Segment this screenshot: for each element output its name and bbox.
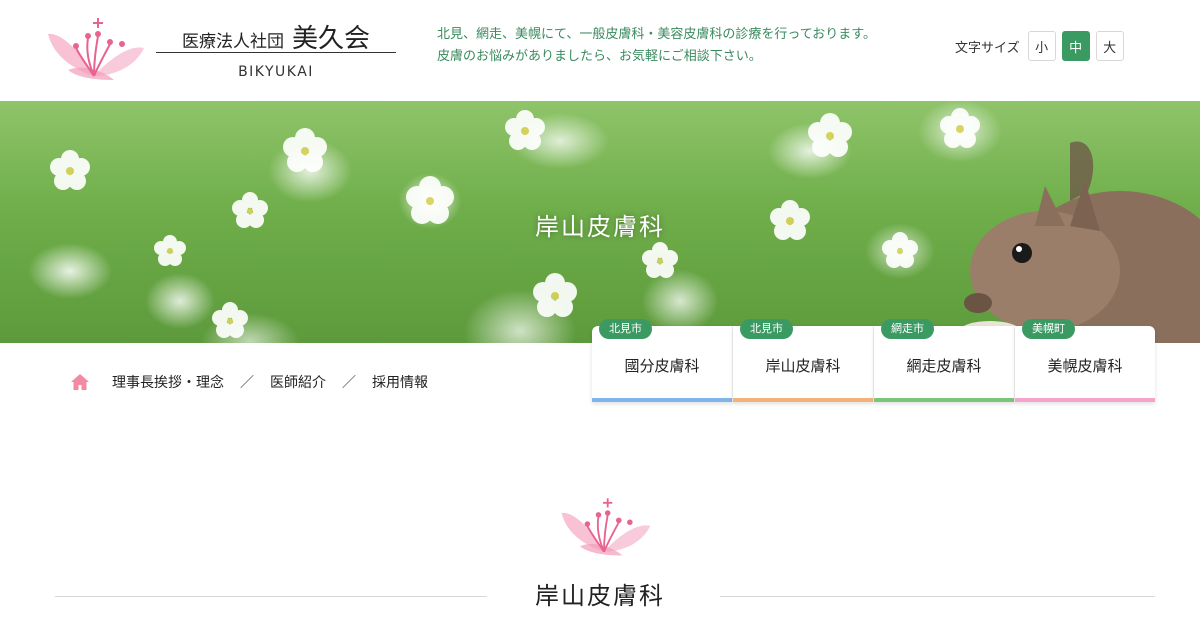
- clinic-city-badge: 北見市: [599, 319, 652, 339]
- hero-title: 岸山皮膚科: [535, 213, 665, 241]
- clinic-tab-kishiyama[interactable]: 北見市 岸山皮膚科: [733, 319, 874, 402]
- tagline-line2: 皮膚のお悩みがありましたら、お気軽にご相談下さい。: [437, 49, 762, 64]
- clinic-tab-kokubu[interactable]: 北見市 國分皮膚科: [592, 319, 733, 402]
- clinic-city-badge: 北見市: [740, 319, 793, 339]
- clinic-color-bar: [1015, 398, 1155, 402]
- nav-link-greeting[interactable]: 理事長挨拶・理念: [112, 372, 224, 392]
- logo-divider: [156, 52, 396, 53]
- nav-link-doctors[interactable]: 医師紹介: [270, 372, 326, 392]
- clinic-name: 美幌皮膚科: [1047, 357, 1123, 375]
- logo-jp: 医療法人社団 美久会: [156, 18, 396, 55]
- logo-name: 美久会: [291, 24, 370, 54]
- section-flower-icon: [561, 498, 651, 556]
- clinic-name: 國分皮膚科: [624, 357, 700, 375]
- font-size-large-button[interactable]: 大: [1095, 31, 1124, 61]
- logo-text[interactable]: 医療法人社団 美久会 BIKYUKAI: [156, 12, 396, 84]
- font-size-medium-button[interactable]: 中: [1061, 31, 1090, 61]
- clinic-color-bar: [733, 398, 873, 402]
- clinic-tab-bihoro[interactable]: 美幌町 美幌皮膚科: [1015, 319, 1155, 402]
- clinic-name: 岸山皮膚科: [765, 357, 841, 375]
- font-size-small-button[interactable]: 小: [1027, 31, 1056, 61]
- logo-flower-icon[interactable]: [42, 14, 146, 80]
- clinic-city-badge: 網走市: [881, 319, 934, 339]
- tagline-line1: 北見、網走、美幌にて、一般皮膚科・美容皮膚科の診療を行っております。: [437, 27, 877, 42]
- clinic-color-bar: [874, 398, 1014, 402]
- section-divider-right: [720, 596, 1155, 597]
- font-size-switcher: 文字サイズ 小 中 大: [955, 31, 1124, 61]
- clinic-city-badge: 美幌町: [1022, 319, 1075, 339]
- logo-en: BIKYUKAI: [238, 64, 314, 80]
- nav-separator: ／: [342, 375, 356, 391]
- clinic-name: 網走皮膚科: [906, 357, 982, 375]
- sub-navigation: 理事長挨拶・理念 ／ 医師紹介 ／ 採用情報: [70, 372, 428, 392]
- nav-separator: ／: [240, 375, 254, 391]
- section-title: 岸山皮膚科: [535, 582, 665, 610]
- clinic-tab-abashiri[interactable]: 網走市 網走皮膚科: [874, 319, 1015, 402]
- nav-link-recruit[interactable]: 採用情報: [372, 372, 428, 392]
- font-size-label: 文字サイズ: [955, 40, 1020, 56]
- clinic-tabs: 北見市 國分皮膚科 北見市 岸山皮膚科 網走市 網走皮膚科 美幌町 美幌皮膚科: [592, 319, 1155, 402]
- logo-org: 医療法人社団: [181, 32, 284, 52]
- clinic-color-bar: [592, 398, 732, 402]
- home-icon[interactable]: [70, 372, 90, 392]
- hero-banner: 岸山皮膚科: [0, 101, 1200, 343]
- site-header: 医療法人社団 美久会 BIKYUKAI 北見、網走、美幌にて、一般皮膚科・美容皮膚…: [0, 0, 1200, 101]
- tagline: 北見、網走、美幌にて、一般皮膚科・美容皮膚科の診療を行っております。 皮膚のお悩…: [437, 24, 876, 68]
